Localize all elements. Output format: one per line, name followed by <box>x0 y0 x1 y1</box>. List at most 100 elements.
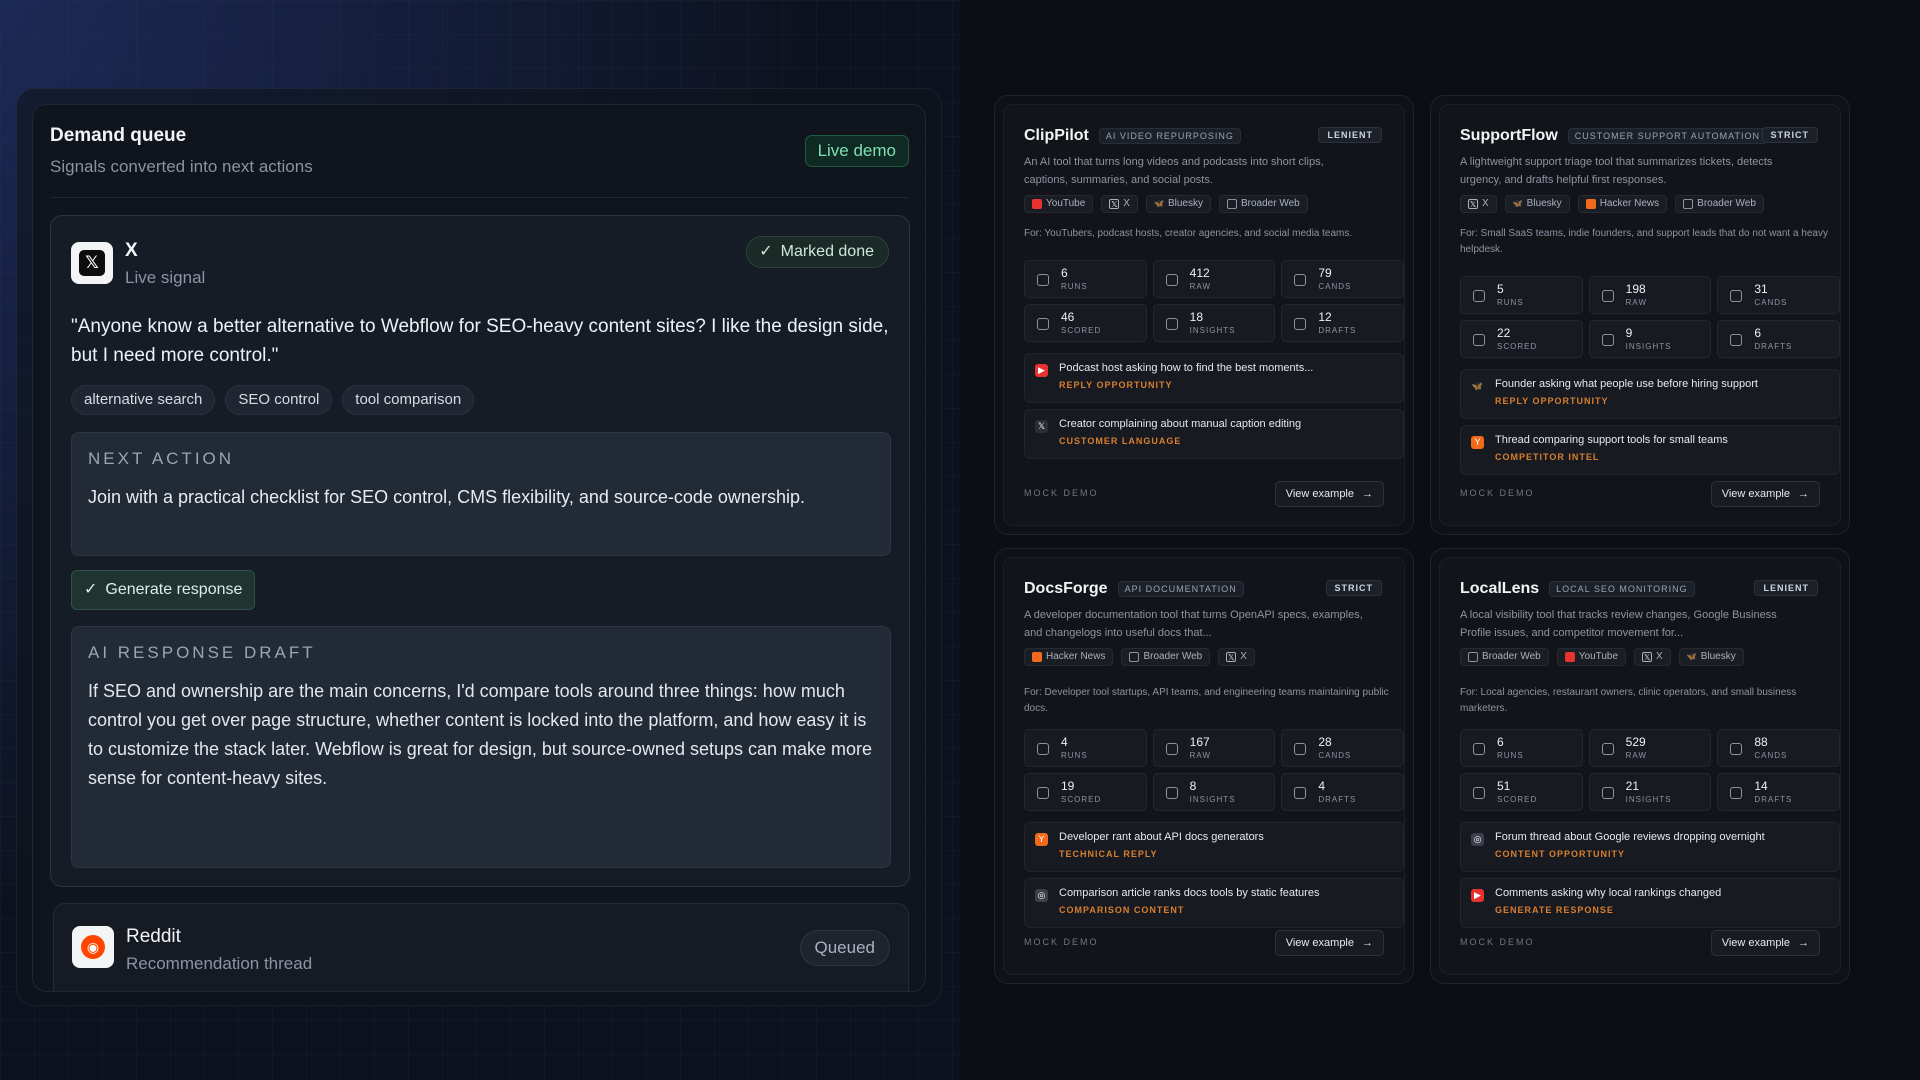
signal-row[interactable]: 𝕏 Creator complaining about manual captio… <box>1024 409 1404 459</box>
product-category-badge: LOCAL SEO MONITORING <box>1549 581 1695 597</box>
product-description: A local visibility tool that tracks revi… <box>1460 609 1777 639</box>
x-icon: 𝕏 <box>1035 420 1048 433</box>
view-example-label: View example <box>1721 488 1790 500</box>
stat-label: INSIGHTS <box>1189 326 1236 335</box>
signal-row[interactable]: Y Thread comparing support tools for smal… <box>1460 425 1840 475</box>
source-chip[interactable]: Broader Web <box>1121 648 1211 666</box>
hn-icon: Y <box>1471 436 1484 449</box>
web-icon <box>1468 652 1478 662</box>
stat-value: 28 <box>1318 735 1332 749</box>
signal-row[interactable]: ▶ Comments asking why local rankings chan… <box>1460 878 1840 928</box>
source-label: X <box>1240 651 1247 662</box>
stat-value: 198 <box>1625 282 1646 296</box>
stat-cands: 28 CANDS <box>1281 729 1404 767</box>
signal-row[interactable]: Y Developer rant about API docs generator… <box>1024 822 1404 872</box>
signal-title: Forum thread about Google reviews droppi… <box>1495 831 1765 843</box>
source-chip[interactable]: Broader Web <box>1218 195 1308 213</box>
audience-text: For: Small SaaS teams, indie founders, a… <box>1460 228 1828 255</box>
x-icon: 𝕏 <box>1109 199 1120 209</box>
stat-raw: 167 RAW <box>1152 729 1276 767</box>
insights-icon <box>1165 787 1178 799</box>
generate-response-button[interactable]: ✓ Generate response <box>71 570 256 610</box>
source-chip[interactable]: Hacker News <box>1577 195 1668 213</box>
tag: alternative search <box>71 385 216 415</box>
stat-drafts: 12 DRAFTS <box>1281 304 1404 342</box>
web-icon <box>1683 199 1694 209</box>
stat-label: CANDS <box>1318 282 1352 291</box>
signal-row[interactable]: 🦋 Founder asking what people use before h… <box>1460 369 1840 419</box>
source-chip[interactable]: 🦋 Bluesky <box>1145 195 1211 213</box>
source-chip[interactable]: YouTube <box>1024 195 1094 213</box>
web-icon <box>1226 199 1237 209</box>
product-name: LocalLens <box>1460 580 1540 597</box>
stat-label: INSIGHTS <box>1625 795 1672 804</box>
source-chip[interactable]: Broader Web <box>1460 648 1549 666</box>
stat-raw: 412 RAW <box>1152 260 1276 298</box>
view-example-button[interactable]: View example → <box>1274 930 1384 956</box>
audience-text: For: Local agencies, restaurant owners, … <box>1460 687 1797 714</box>
insights-icon <box>1601 787 1614 799</box>
queued-signal-card[interactable]: ◉ Reddit Recommendation thread Queued <box>53 903 909 991</box>
queued-signal-source: Reddit <box>126 926 181 947</box>
status-label: Marked done <box>780 243 874 260</box>
source-chip[interactable]: 🦋 Bluesky <box>1678 648 1744 666</box>
stat-cands: 79 CANDS <box>1281 260 1404 298</box>
check-icon: ✓ <box>759 243 773 260</box>
queue-subtitle: Signals converted into next actions <box>50 157 313 176</box>
youtube-icon: ▶ <box>1471 889 1484 902</box>
source-chip[interactable]: 𝕏X <box>1218 648 1255 666</box>
product-card-inner: DocsForge API DOCUMENTATION STRICT A develo… <box>1003 557 1405 975</box>
x-icon: 𝕏 <box>1468 199 1478 209</box>
marked-done-badge[interactable]: ✓ Marked done <box>746 236 889 268</box>
source-chip[interactable]: 𝕏X <box>1101 195 1138 213</box>
source-label: Bluesky <box>1700 651 1736 662</box>
stat-value: 4 <box>1318 779 1326 793</box>
next-action-label: NEXT ACTION <box>88 449 235 468</box>
stat-label: RUNS <box>1497 298 1524 307</box>
source-chip[interactable]: YouTube <box>1556 648 1627 666</box>
stat-label: RAW <box>1189 282 1212 291</box>
view-example-button[interactable]: View example → <box>1710 930 1820 956</box>
stat-value: 19 <box>1061 779 1075 793</box>
scored-icon <box>1473 334 1485 346</box>
source-label: Bluesky <box>1526 198 1562 209</box>
signal-row[interactable]: ◎ Forum thread about Google reviews dropp… <box>1460 822 1840 872</box>
scored-icon <box>1473 787 1485 799</box>
live-demo-badge: Live demo <box>804 135 909 167</box>
signal-type: Live signal <box>125 268 206 287</box>
mock-demo-label: MOCK DEMO <box>1024 488 1099 498</box>
signal-label: TECHNICAL REPLY <box>1059 849 1158 859</box>
stat-label: RUNS <box>1061 282 1088 291</box>
stat-value: 18 <box>1189 310 1204 324</box>
signal-row[interactable]: ▶ Podcast host asking how to find the bes… <box>1024 353 1404 403</box>
source-chip[interactable]: 𝕏X <box>1460 195 1497 213</box>
stat-scored: 19 SCORED <box>1024 773 1147 811</box>
stat-label: DRAFTS <box>1754 342 1793 351</box>
runs-icon <box>1473 290 1485 302</box>
source-chip[interactable]: Broader Web <box>1675 195 1764 213</box>
source-label: Bluesky <box>1167 198 1203 209</box>
source-label: Hacker News <box>1046 651 1106 662</box>
bluesky-icon: 🦋 <box>1512 199 1523 208</box>
source-chip[interactable]: Hacker News <box>1024 648 1114 666</box>
signal-label: REPLY OPPORTUNITY <box>1059 380 1173 390</box>
product-card-inner: ClipPilot AI VIDEO REPURPOSING LENIENT An A… <box>1003 104 1405 526</box>
view-example-button[interactable]: View example → <box>1274 481 1384 507</box>
source-chip[interactable]: 🦋 Bluesky <box>1504 195 1570 213</box>
runs-icon <box>1037 743 1049 755</box>
stat-label: CANDS <box>1754 298 1788 307</box>
signal-label: REPLY OPPORTUNITY <box>1495 396 1609 406</box>
signal-title: Founder asking what people use before hi… <box>1495 378 1758 390</box>
product-category-badge: AI VIDEO REPURPOSING <box>1098 128 1241 144</box>
source-chip[interactable]: 𝕏X <box>1634 648 1671 666</box>
cands-icon <box>1294 274 1307 286</box>
stat-label: DRAFTS <box>1318 326 1357 335</box>
signal-quote: "Anyone know a better alternative to Web… <box>71 316 889 366</box>
queued-signal-type: Recommendation thread <box>126 954 313 973</box>
view-example-label: View example <box>1285 937 1354 949</box>
signal-row[interactable]: ◎ Comparison article ranks docs tools by … <box>1024 878 1404 928</box>
stat-label: RUNS <box>1497 751 1524 760</box>
product-description: A developer documentation tool that turn… <box>1024 609 1363 639</box>
hn-icon <box>1032 652 1042 662</box>
view-example-button[interactable]: View example → <box>1710 481 1820 507</box>
